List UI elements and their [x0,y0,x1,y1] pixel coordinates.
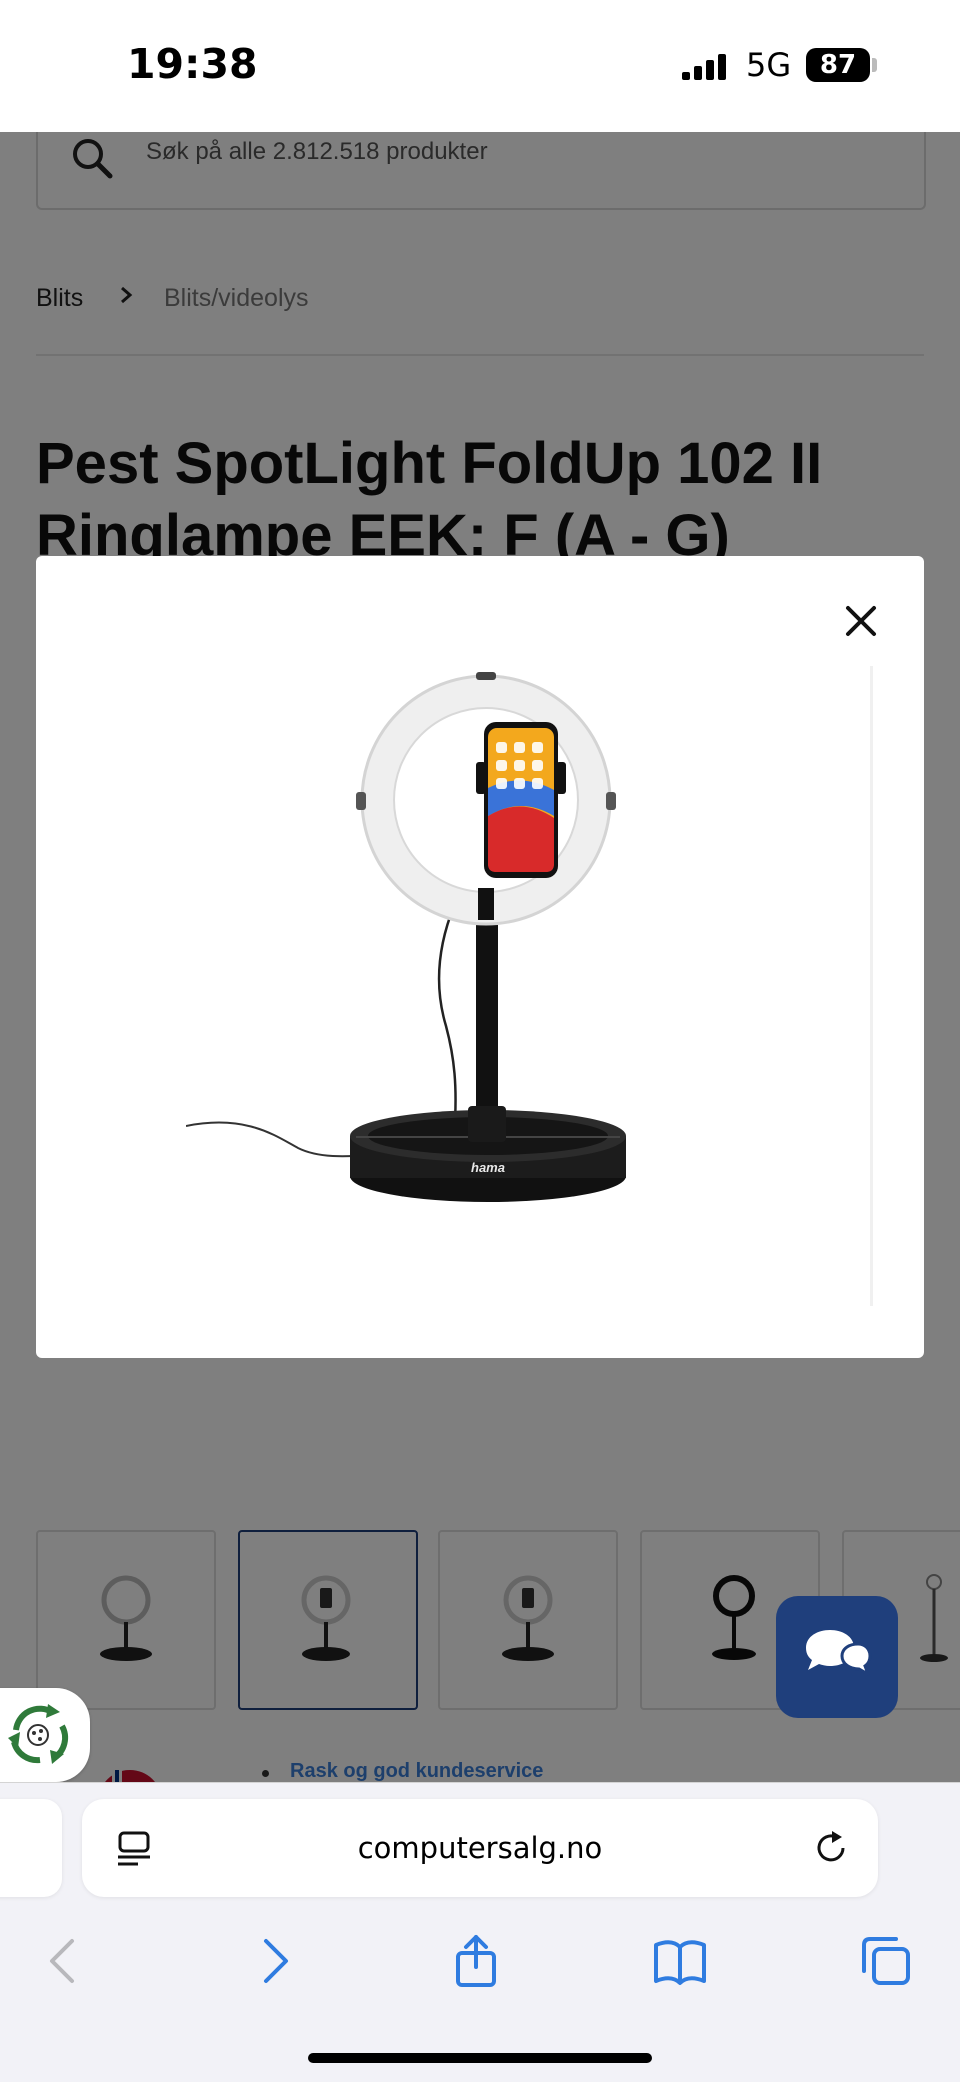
bookmarks-icon[interactable] [652,1933,708,1989]
battery-indicator: 87 [806,48,870,82]
chat-button[interactable] [776,1596,898,1718]
share-icon[interactable] [448,1933,504,1989]
image-lightbox-modal: hama [36,556,924,1358]
tabs-icon[interactable] [858,1933,914,1989]
previous-tab-peek[interactable] [0,1799,62,1897]
status-time: 19:38 [127,40,258,88]
address-bar[interactable]: computersalg.no [82,1799,878,1897]
recycle-badge[interactable] [0,1688,90,1782]
brand-logo: hama [471,1160,505,1175]
home-indicator [308,2053,652,2063]
address-url: computersalg.no [357,1831,603,1865]
modal-scrollbar [870,666,873,1306]
forward-icon[interactable] [246,1933,302,1989]
recycle-icon [8,1704,69,1764]
ring-light-product-image: hama [186,672,626,1202]
reload-icon[interactable] [810,1827,852,1869]
battery-tip [872,58,877,72]
browser-toolbar: computersalg.no [0,1782,960,2082]
cellular-signal-icon [682,54,726,80]
close-icon[interactable] [836,596,886,646]
network-type: 5G [746,46,792,84]
chat-bubbles-icon [806,1630,872,1678]
back-icon[interactable] [36,1933,92,1989]
status-bar: 19:38 5G 87 [0,0,960,132]
